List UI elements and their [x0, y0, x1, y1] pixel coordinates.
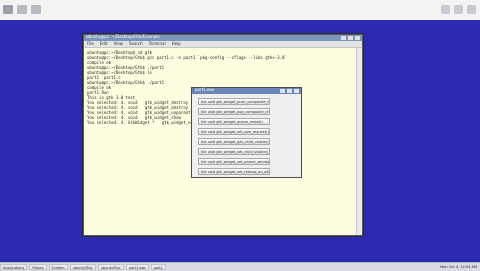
terminal-window-controls [341, 36, 360, 40]
menu-terminal[interactable]: Terminal [149, 41, 166, 47]
maximize-icon[interactable] [287, 89, 292, 93]
minimize-icon[interactable] [441, 5, 450, 14]
part1-dialog[interactable]: part1.exe Init void gtk_widget_push_comp… [191, 87, 302, 178]
taskbar-window[interactable]: ubuntu@pc [69, 264, 96, 270]
dialog-option-button[interactable]: Init void gtk_widget_set_size_request() [198, 128, 270, 135]
dialog-option-button[interactable]: Init void gtk_widget_set_redraw_on_alloc… [198, 168, 270, 175]
maximize-icon[interactable] [348, 36, 353, 40]
taskbar-window[interactable]: part1.exe [125, 264, 149, 270]
maximize-icon[interactable] [454, 5, 463, 14]
taskbar-places[interactable]: Places [29, 264, 47, 270]
menu-view[interactable]: View [113, 41, 123, 47]
terminal-menubar: File Edit View Search Terminal Help [84, 41, 362, 48]
minimize-icon[interactable] [341, 36, 346, 40]
dialog-title: part1.exe [195, 87, 215, 92]
taskbar-system[interactable]: System [48, 264, 68, 270]
dialog-window-controls [280, 89, 299, 93]
taskbar-window[interactable]: ubuntu@pc [97, 264, 124, 270]
window-controls [441, 5, 476, 14]
menu-help[interactable]: Help [172, 41, 181, 47]
desktop-background: ubuntu@pc: ~/Desktop/Gtk/Example File Ed… [0, 20, 480, 262]
back-icon[interactable] [3, 5, 13, 14]
reload-icon[interactable] [31, 5, 41, 14]
menu-edit[interactable]: Edit [100, 41, 108, 47]
terminal-titlebar[interactable]: ubuntu@pc: ~/Desktop/Gtk/Example [84, 34, 362, 41]
menu-search[interactable]: Search [129, 41, 143, 47]
taskbar-clock[interactable]: Mon Oct 4, 12:04 AM [440, 265, 480, 269]
dialog-titlebar[interactable]: part1.exe [192, 87, 301, 94]
close-icon[interactable] [355, 36, 360, 40]
dialog-option-button[interactable]: Init void gtk_widget_set_child_visible() [198, 148, 270, 155]
taskbar-applications[interactable]: Applications [0, 264, 28, 270]
dialog-option-button[interactable]: Init void gtk_widget_queue_resize() [198, 118, 270, 125]
minimize-icon[interactable] [280, 89, 285, 93]
dialog-option-button[interactable]: Init void gtk_widget_get_child_visible() [198, 138, 270, 145]
forward-icon[interactable] [17, 5, 27, 14]
dialog-option-button[interactable]: Init void gtk_widget_push_composite_chil… [198, 98, 270, 105]
terminal-scrollbar[interactable] [356, 48, 362, 235]
dialog-option-button[interactable]: Init void gtk_widget_set_parent_window() [198, 158, 270, 165]
taskbar-window[interactable]: part1 [150, 264, 166, 270]
terminal-title: ubuntu@pc: ~/Desktop/Gtk/Example [86, 34, 160, 39]
dialog-body: Init void gtk_widget_push_composite_chil… [192, 94, 301, 175]
menu-file[interactable]: File [87, 41, 94, 47]
close-icon[interactable] [467, 5, 476, 14]
dialog-option-button[interactable]: Init void gtk_widget_pop_composite_child… [198, 108, 270, 115]
app-toolbar [0, 0, 480, 21]
close-icon[interactable] [294, 89, 299, 93]
